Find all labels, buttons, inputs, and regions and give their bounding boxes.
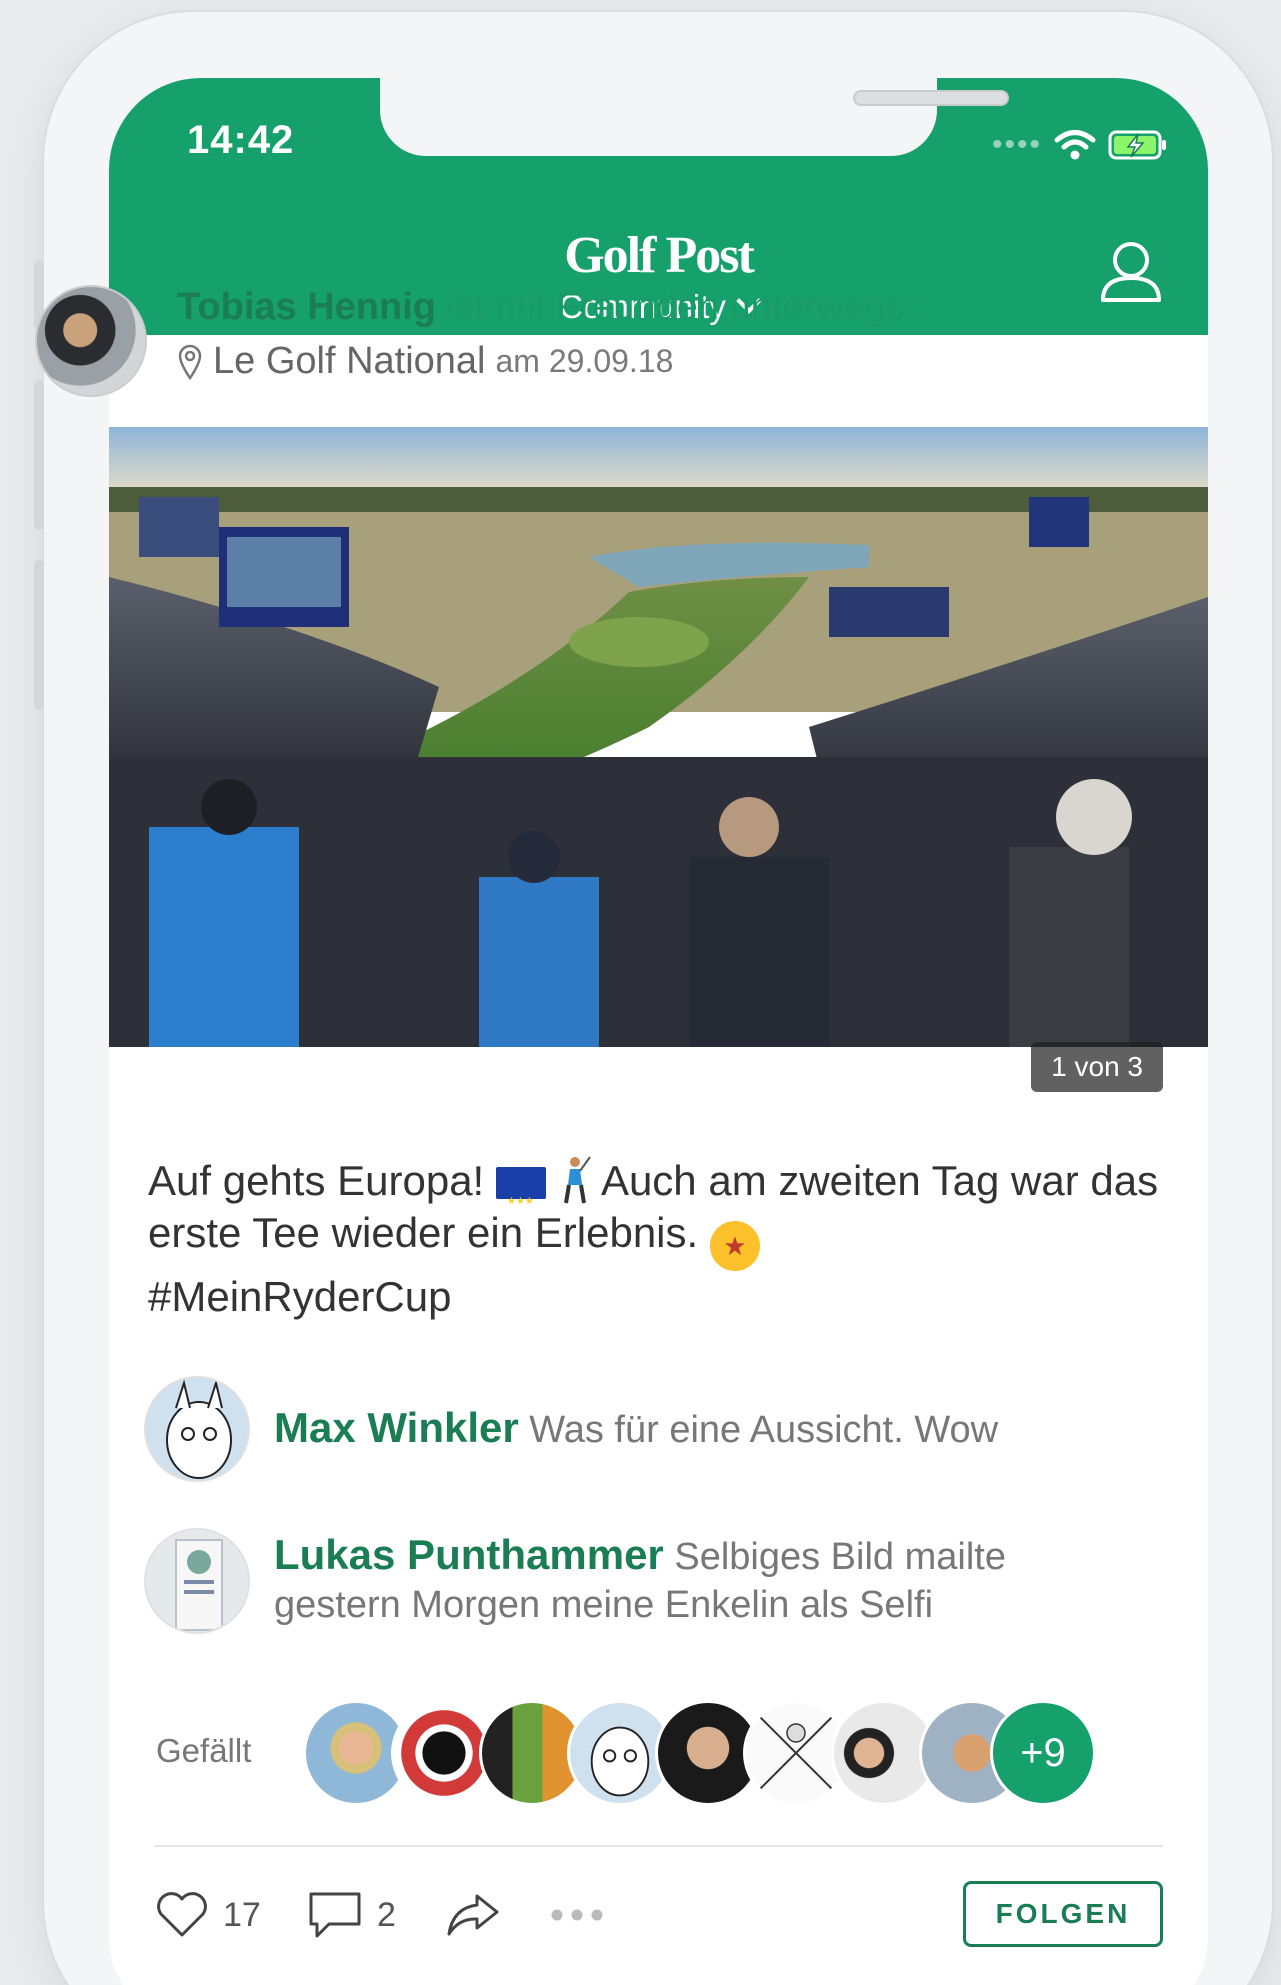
follow-button[interactable]: FOLGEN <box>963 1881 1163 1947</box>
author-avatar[interactable] <box>35 285 147 397</box>
volume-up-button <box>34 380 44 530</box>
comment: Lukas Punthammer Selbiges Bild mailte ge… <box>274 1531 1104 1629</box>
photo-counter: 1 von 3 <box>1031 1042 1163 1092</box>
divider <box>155 1845 1163 1847</box>
wifi-icon <box>1054 129 1096 161</box>
comment-author[interactable]: Max Winkler <box>274 1404 519 1451</box>
commenter-avatar[interactable] <box>144 1376 250 1482</box>
like-count: 17 <box>223 1895 261 1934</box>
comment-count: 2 <box>377 1895 396 1934</box>
more-likes-badge[interactable]: +9 <box>990 1700 1096 1806</box>
comment-icon <box>307 1890 363 1940</box>
post-caption: Auf gehts Europa! Auch am zweiten Tag wa… <box>148 1155 1178 1323</box>
post-location: Le Golf National am 29.09.18 <box>177 340 673 383</box>
golfpost-logo[interactable]: Golf Post <box>109 226 1208 285</box>
action-bar: 17 2 FOLGEN <box>155 1880 1163 1950</box>
battery-charging-icon <box>1108 129 1168 161</box>
comment-button[interactable]: 2 <box>307 1880 396 1950</box>
like-button[interactable]: 17 <box>155 1880 261 1950</box>
share-icon <box>445 1892 501 1938</box>
caption-text-1: Auf gehts Europa! <box>148 1157 485 1204</box>
status-time: 14:42 <box>187 118 295 162</box>
comment-author[interactable]: Lukas Punthammer <box>274 1531 664 1578</box>
commenter-avatar[interactable] <box>144 1528 250 1634</box>
post-photo[interactable] <box>109 427 1208 1047</box>
comment: Max Winkler Was für eine Aussicht. Wow <box>274 1404 998 1454</box>
status-icons: •••• <box>992 128 1168 162</box>
speaker-grille <box>853 90 1009 106</box>
location-pin-icon <box>177 344 203 380</box>
eu-flag-icon <box>495 1167 546 1228</box>
user-icon[interactable] <box>1099 238 1163 304</box>
more-options-button[interactable] <box>549 1880 605 1950</box>
author-name[interactable]: Tobias Hennig <box>177 286 436 328</box>
likes-label: Gefällt <box>156 1732 252 1769</box>
device-notch <box>380 78 1009 156</box>
star-struck-emoji-icon: ★ <box>709 1221 760 1271</box>
golfer-icon <box>558 1155 592 1205</box>
signal-icon: •••• <box>991 128 1042 161</box>
heart-icon <box>155 1891 209 1939</box>
post-date: am 29.09.18 <box>495 343 674 379</box>
post-activity: ist mit Freunden unterwegs <box>435 286 905 328</box>
volume-down-button <box>34 560 44 710</box>
caption-hashtag[interactable]: #MeinRyderCup <box>148 1273 451 1320</box>
location-name[interactable]: Le Golf National <box>213 340 486 383</box>
share-button[interactable] <box>445 1880 501 1950</box>
post-title: Tobias Hennig ist mit Freunden unterwegs <box>177 286 905 329</box>
more-dots-icon <box>549 1908 605 1922</box>
comment-text: Was für eine Aussicht. Wow <box>529 1409 999 1451</box>
